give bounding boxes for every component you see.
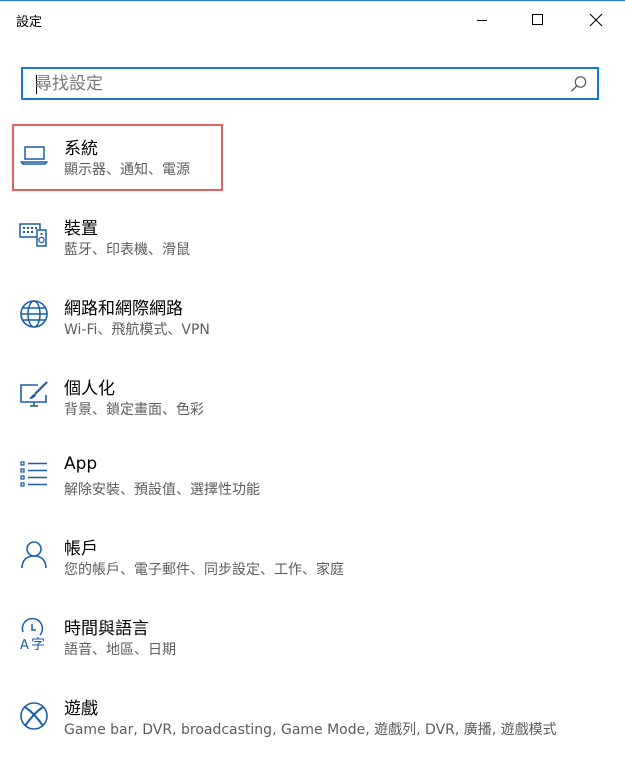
settings-item-apps[interactable]: App 解除安裝、預設值、選擇性功能 — [12, 444, 602, 500]
item-description: 語音、地區、日期 — [64, 642, 176, 658]
xbox-icon — [18, 698, 50, 730]
settings-item-gaming[interactable]: 遊戲 Game bar, DVR, broadcasting, Game Mod… — [12, 684, 602, 740]
item-description: 您的帳戶、電子郵件、同步設定、工作、家庭 — [64, 562, 344, 578]
close-button[interactable] — [573, 1, 619, 39]
settings-item-devices[interactable]: 裝置 藍牙、印表機、滑鼠 — [12, 204, 602, 260]
time-language-icon: A 字 — [18, 618, 50, 650]
devices-icon — [18, 218, 50, 250]
settings-item-time-language[interactable]: A 字 時間與語言 語音、地區、日期 — [12, 604, 602, 660]
item-description: 藍牙、印表機、滑鼠 — [64, 242, 190, 258]
item-description: 顯示器、通知、電源 — [64, 162, 190, 178]
item-description: 解除安裝、預設值、選擇性功能 — [64, 482, 260, 498]
search-icon[interactable] — [570, 75, 588, 93]
window-title: 設定 — [16, 15, 43, 30]
minimize-button[interactable] — [459, 1, 505, 39]
svg-text:字: 字 — [31, 637, 45, 650]
maximize-button[interactable] — [515, 1, 561, 39]
item-label: 個人化 — [64, 379, 115, 399]
svg-text:A: A — [20, 638, 29, 650]
settings-item-personalization[interactable]: 個人化 背景、鎖定畫面、色彩 — [12, 364, 602, 420]
settings-item-system[interactable]: 系統 顯示器、通知、電源 — [12, 124, 602, 191]
laptop-icon — [18, 138, 50, 170]
item-label: 裝置 — [64, 219, 98, 239]
settings-item-accounts[interactable]: 帳戶 您的帳戶、電子郵件、同步設定、工作、家庭 — [12, 524, 602, 580]
close-icon — [589, 13, 603, 27]
settings-item-network[interactable]: 網路和網際網路 Wi-Fi、飛航模式、VPN — [12, 284, 602, 340]
item-description: Game bar, DVR, broadcasting, Game Mode, … — [64, 722, 557, 738]
item-description: 背景、鎖定畫面、色彩 — [64, 402, 204, 418]
item-label: 遊戲 — [64, 699, 98, 719]
person-icon — [18, 538, 50, 570]
item-label: 時間與語言 — [64, 619, 149, 639]
minimize-icon — [477, 20, 487, 21]
item-label: 系統 — [64, 139, 98, 159]
item-description: Wi-Fi、飛航模式、VPN — [64, 322, 210, 338]
item-label: 網路和網際網路 — [64, 299, 183, 319]
title-bar: 設定 — [0, 1, 625, 39]
search-box[interactable] — [21, 67, 599, 100]
apps-list-icon — [18, 458, 50, 490]
item-label: 帳戶 — [64, 539, 98, 559]
personalization-icon — [18, 378, 50, 410]
globe-icon — [18, 298, 50, 330]
search-input[interactable] — [35, 73, 555, 95]
item-label: App — [64, 454, 98, 474]
maximize-icon — [532, 14, 543, 25]
